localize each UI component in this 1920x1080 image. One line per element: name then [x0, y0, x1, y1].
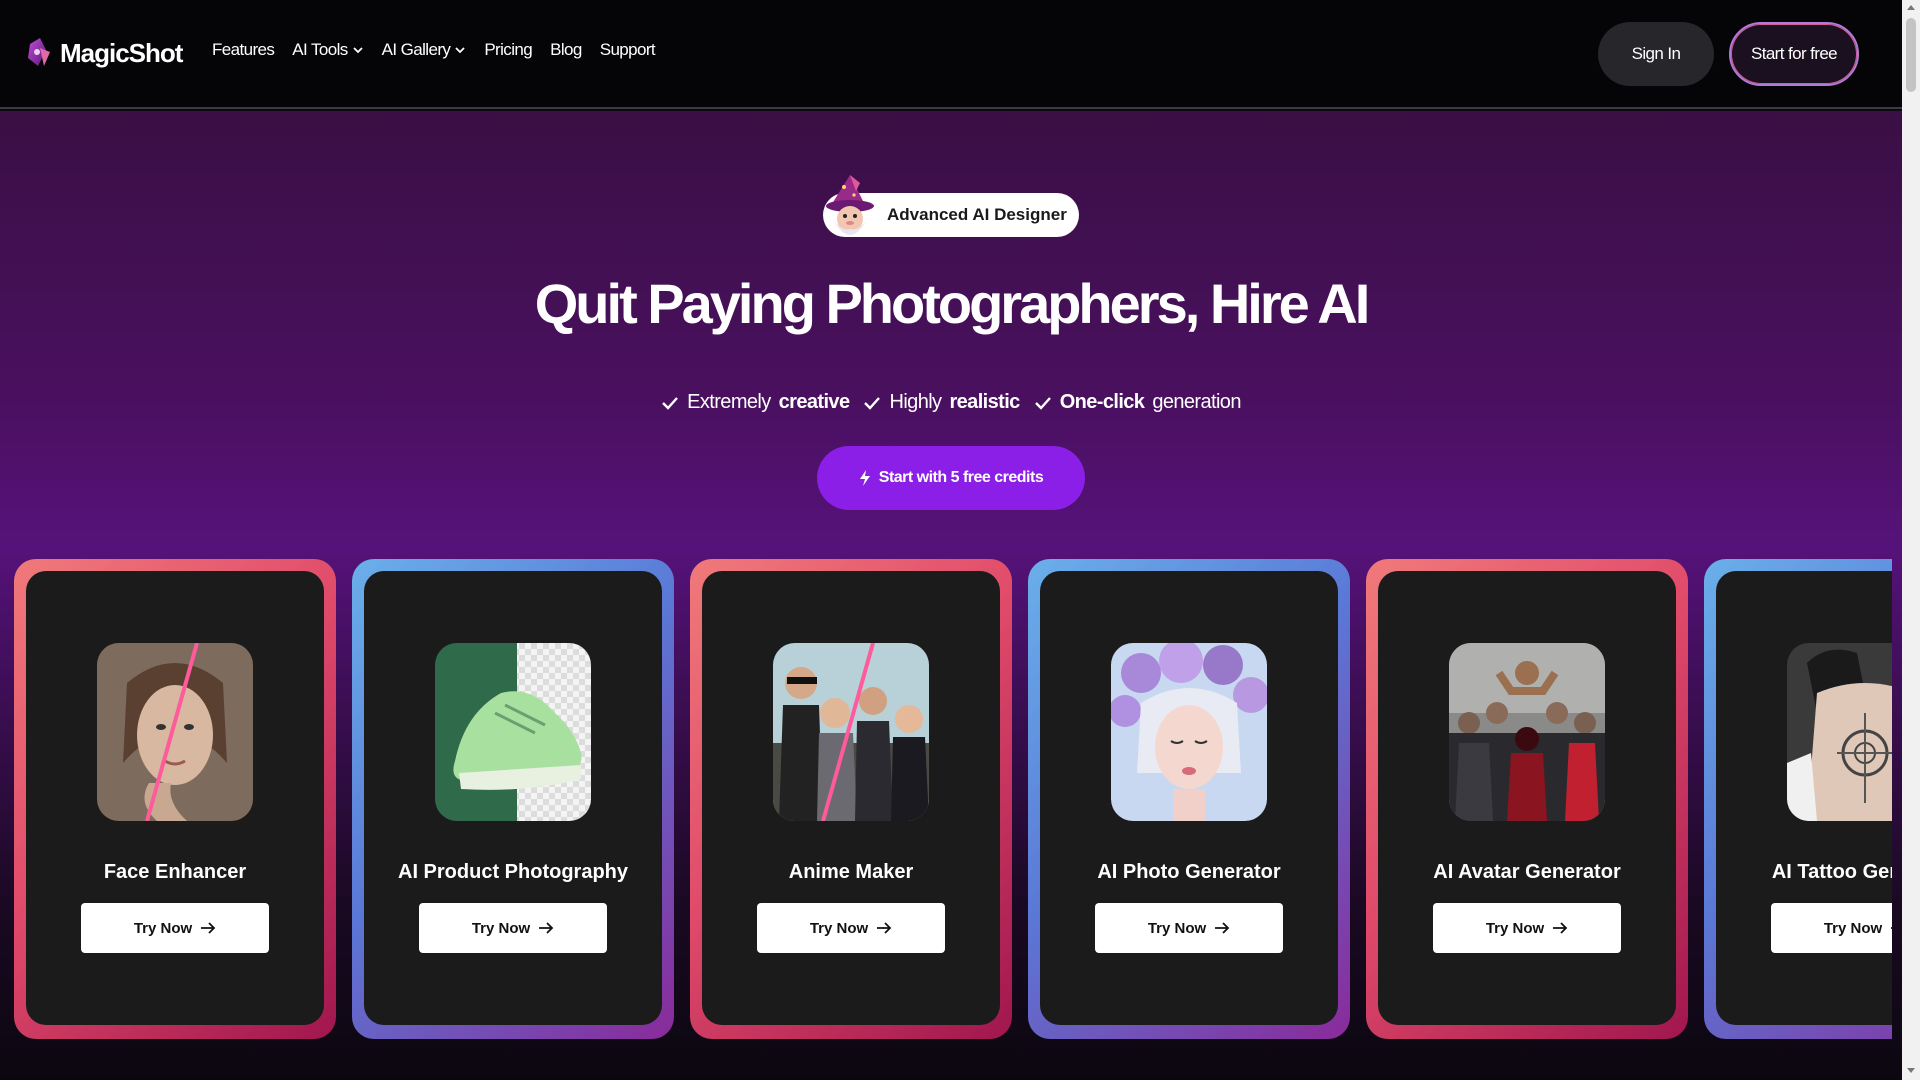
chevron-down-icon — [353, 47, 363, 54]
arrow-right-icon — [1215, 922, 1230, 934]
try-now-button[interactable]: Try Now — [419, 903, 607, 953]
check-icon — [662, 396, 679, 410]
try-now-label: Try Now — [1823, 919, 1883, 937]
card-title: AI Avatar Generator — [1433, 861, 1621, 883]
arrow-right-icon — [1553, 922, 1568, 934]
main-nav: Features AI Tools AI Gallery Pricing Blo… — [212, 40, 656, 60]
card-body: Anime Maker Try Now — [702, 571, 1000, 1025]
tool-card-face-enhancer[interactable]: Face Enhancer Try Now — [14, 559, 336, 1039]
feature-bold: creative — [778, 391, 850, 413]
tool-cards-carousel: Face Enhancer Try Now AI Product Photogr… — [14, 559, 1892, 1041]
nav-blog[interactable]: Blog — [550, 40, 582, 60]
nav-ai-gallery[interactable]: AI Gallery — [382, 40, 467, 60]
try-now-button[interactable]: Try Now — [1095, 903, 1283, 953]
tool-card-anime-maker[interactable]: Anime Maker Try Now — [690, 559, 1012, 1039]
brand-logo[interactable]: MagicShot — [26, 36, 183, 70]
card-title: Face Enhancer — [103, 861, 247, 883]
top-navbar: MagicShot Features AI Tools AI Gallery P… — [0, 0, 1902, 109]
heroes-group-image — [1449, 643, 1605, 821]
feature-prefix: Extremely — [687, 391, 771, 413]
nav-blog-label: Blog — [550, 40, 582, 59]
try-now-button[interactable]: Try Now — [1433, 903, 1621, 953]
wizard-mascot-icon — [826, 175, 874, 235]
badge-label: Advanced AI Designer — [887, 205, 1067, 224]
feature-suffix: generation — [1152, 391, 1241, 413]
feature-prefix: Highly — [889, 391, 942, 413]
brand-name: MagicShot — [60, 37, 183, 68]
card-body: AI Avatar Generator Try Now — [1378, 571, 1676, 1025]
try-now-label: Try Now — [1147, 919, 1207, 937]
check-icon — [1034, 396, 1051, 410]
hero-feature-list: Extremely creative Highly realistic One-… — [0, 391, 1902, 414]
sign-in-button[interactable]: Sign In — [1598, 22, 1714, 86]
card-title: AI Product Photography — [398, 861, 628, 883]
card-title: Anime Maker — [788, 861, 914, 883]
nav-ai-tools[interactable]: AI Tools — [292, 40, 363, 60]
card-body: AI Photo Generator Try Now — [1040, 571, 1338, 1025]
try-now-button[interactable]: Try Now — [81, 903, 269, 953]
nav-support-label: Support — [599, 40, 656, 59]
lightning-bolt-icon — [859, 470, 870, 486]
cta-label: Start with 5 free credits — [878, 469, 1044, 486]
try-now-label: Try Now — [1485, 919, 1545, 937]
scroll-up-arrow-icon[interactable] — [1907, 5, 1915, 10]
hero-section: Advanced AI Designer Quit Paying Photogr… — [0, 111, 1902, 1080]
sneaker-product-image — [435, 643, 591, 821]
arrow-right-icon — [877, 922, 892, 934]
card-body: AI Tattoo Generator Try Now — [1716, 571, 1892, 1025]
nav-ai-tools-label: AI Tools — [292, 40, 348, 59]
group-photo-image — [773, 643, 929, 821]
check-icon — [864, 396, 881, 410]
card-body: AI Product Photography Try Now — [364, 571, 662, 1025]
feature-one-click: One-click generation — [1034, 391, 1241, 414]
tool-card-ai-tattoo-generator[interactable]: AI Tattoo Generator Try Now — [1704, 559, 1892, 1039]
nav-features-label: Features — [212, 40, 275, 59]
nav-ai-gallery-label: AI Gallery — [381, 40, 451, 59]
scroll-down-arrow-icon[interactable] — [1907, 1068, 1915, 1073]
tool-card-ai-photo-generator[interactable]: AI Photo Generator Try Now — [1028, 559, 1350, 1039]
tool-card-ai-product-photography[interactable]: AI Product Photography Try Now — [352, 559, 674, 1039]
arrow-right-icon — [201, 922, 216, 934]
face-portrait-image — [97, 643, 253, 821]
card-body: Face Enhancer Try Now — [26, 571, 324, 1025]
feature-bold: One-click — [1059, 391, 1145, 413]
arrow-right-icon — [1891, 927, 1892, 929]
card-title: AI Tattoo Generator — [1771, 861, 1892, 883]
nav-pricing-label: Pricing — [484, 40, 533, 59]
scrollbar-thumb[interactable] — [1906, 18, 1916, 92]
try-now-button[interactable]: Try Now — [757, 903, 945, 953]
chevron-down-icon — [455, 47, 465, 54]
magicshot-logo-icon — [28, 38, 50, 66]
feature-creative: Extremely creative — [661, 391, 850, 414]
arrow-right-icon — [539, 922, 554, 934]
feature-bold: realistic — [949, 391, 1020, 413]
try-now-button[interactable]: Try Now — [1771, 903, 1892, 953]
tool-card-ai-avatar-generator[interactable]: AI Avatar Generator Try Now — [1366, 559, 1688, 1039]
start-for-free-button[interactable]: Start for free — [1729, 22, 1859, 86]
nav-features[interactable]: Features — [212, 40, 275, 60]
page-scrollbar[interactable] — [1902, 0, 1920, 1080]
flower-portrait-image — [1111, 643, 1267, 821]
tattoo-back-image — [1787, 643, 1892, 821]
card-title: AI Photo Generator — [1097, 861, 1281, 883]
nav-support[interactable]: Support — [599, 40, 656, 60]
try-now-label: Try Now — [471, 919, 531, 937]
try-now-label: Try Now — [133, 919, 193, 937]
hero-headline: Quit Paying Photographers, Hire AI — [534, 272, 1371, 335]
feature-realistic: Highly realistic — [863, 391, 1020, 414]
start-free-credits-button[interactable]: Start with 5 free credits — [817, 446, 1085, 510]
try-now-label: Try Now — [809, 919, 869, 937]
nav-pricing[interactable]: Pricing — [484, 40, 532, 60]
